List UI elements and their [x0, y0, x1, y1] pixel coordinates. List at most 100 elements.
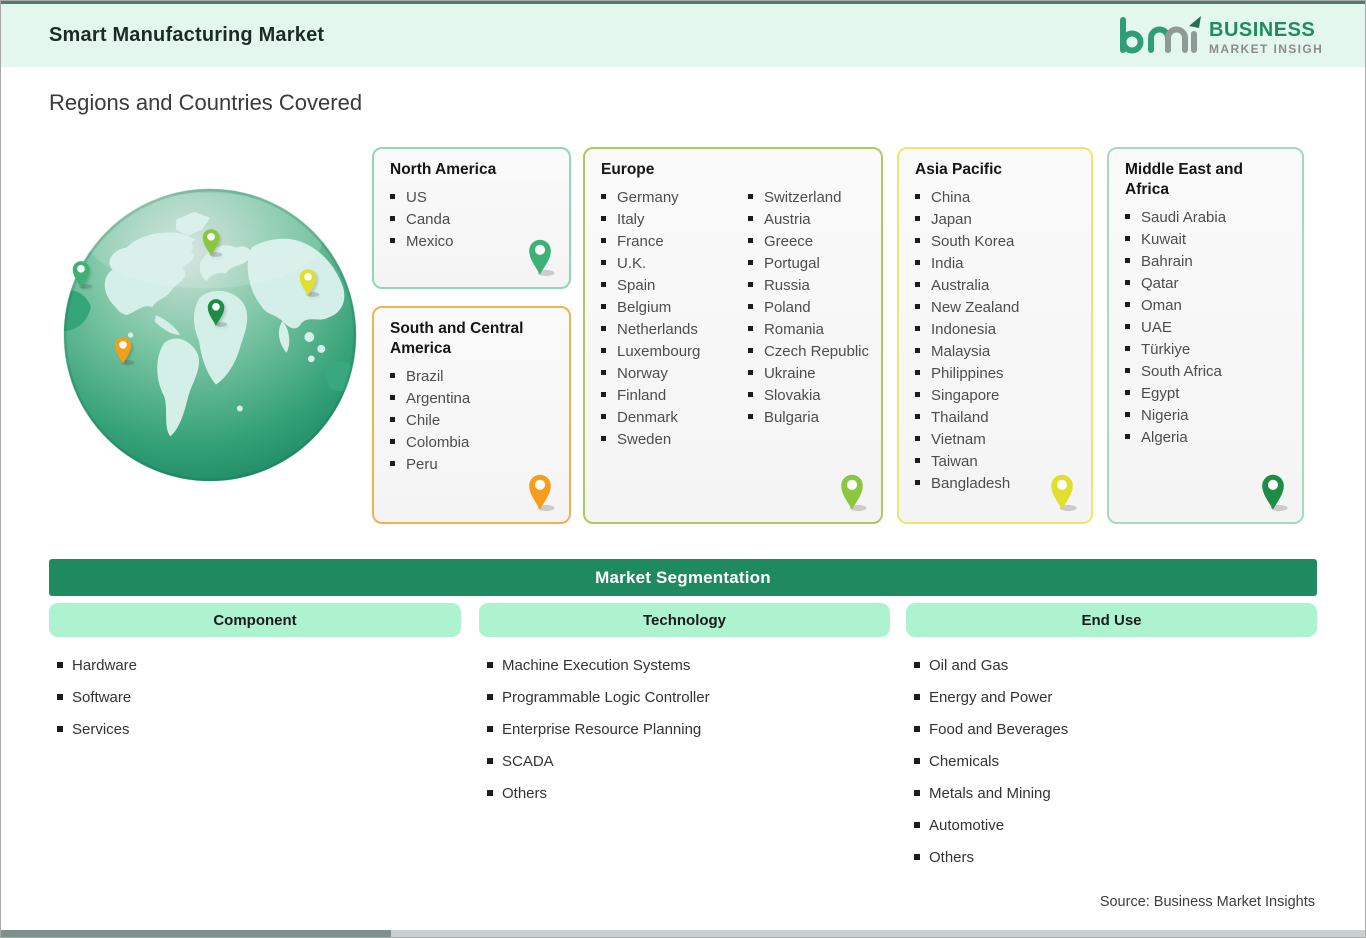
segment-header-chip: Technology [479, 603, 890, 637]
country-item: Türkiye [1125, 339, 1226, 361]
country-item: Oman [1125, 295, 1226, 317]
country-label: Japan [931, 211, 972, 228]
country-item: Chile [390, 410, 470, 432]
bullet-icon [57, 726, 63, 732]
country-item: Belgium [601, 297, 740, 319]
region-title: Europe [601, 161, 655, 178]
bullet-icon [601, 216, 606, 221]
bullet-icon [915, 458, 920, 463]
country-label: Argentina [406, 390, 471, 407]
country-item: Czech Republic [747, 341, 869, 363]
country-label: UAE [1141, 319, 1172, 336]
map-pin-icon [529, 239, 555, 277]
bullet-icon [1125, 236, 1130, 241]
segment-label: Automotive [929, 817, 1005, 834]
country-label: Chile [406, 412, 441, 429]
bullet-icon [915, 480, 920, 485]
country-item: Canda [390, 209, 454, 231]
segment-item: Energy and Power [914, 689, 1317, 721]
country-item: Greece [747, 231, 869, 253]
page-title: Smart Manufacturing Market [49, 24, 325, 46]
country-label: Philippines [931, 365, 1004, 382]
segment-label: Programmable Logic Controller [502, 689, 710, 706]
country-label: Türkiye [1141, 341, 1191, 358]
country-label: Algeria [1141, 429, 1188, 446]
country-column: Switzerland Austria Greece Portugal Russia Po… [747, 187, 869, 451]
country-item: Argentina [390, 388, 470, 410]
segment-item: Others [487, 785, 890, 817]
segment-label: Metals and Mining [929, 785, 1051, 802]
country-item: Mexico [390, 231, 454, 253]
country-item: Vietnam [915, 429, 1019, 451]
segment-label: Hardware [72, 657, 138, 674]
segment-item: Food and Beverages [914, 721, 1317, 753]
segment-list: Machine Execution Systems Programmable Lo… [487, 657, 890, 817]
bullet-icon [390, 373, 395, 378]
country-label: US [406, 189, 427, 206]
country-item: Algeria [1125, 427, 1226, 449]
country-label: Belgium [617, 299, 672, 316]
country-column: Saudi Arabia Kuwait Bahrain Qatar Oman UAE Tür… [1125, 207, 1226, 449]
region-title: South and Central America [390, 320, 524, 357]
country-item: Taiwan [915, 451, 1019, 473]
bullet-icon [915, 436, 920, 441]
country-label: Finland [617, 387, 667, 404]
country-label: Poland [763, 299, 811, 316]
bullet-icon [747, 326, 753, 331]
country-label: Bulgaria [763, 409, 819, 426]
country-label: Romania [763, 321, 824, 338]
arrow-icon [1189, 16, 1201, 28]
country-label: Egypt [1141, 385, 1180, 402]
country-label: New Zealand [931, 299, 1020, 316]
map-pin-icon [299, 269, 320, 297]
country-label: Italy [617, 211, 645, 228]
bullet-icon [390, 238, 395, 243]
header-bar: Smart Manufacturing Market BUSINESS MARK… [1, 4, 1365, 67]
bullet-icon [915, 392, 920, 397]
bullet-icon [487, 758, 493, 764]
country-label: Singapore [931, 387, 1000, 404]
bullet-icon [914, 662, 920, 668]
segment-column-component: Component Hardware Software Services [49, 603, 461, 753]
globe-pin-north-america [68, 257, 94, 295]
region-pin [523, 234, 557, 283]
segment-label: Energy and Power [929, 689, 1053, 706]
bullet-icon [601, 414, 606, 419]
bullet-icon [390, 395, 395, 400]
country-label: Slovakia [763, 387, 821, 404]
bullet-icon [747, 392, 753, 397]
country-item: Singapore [915, 385, 1019, 407]
country-label: Greece [763, 233, 814, 250]
country-label: Mexico [406, 233, 454, 250]
region-card-south-central-america: South and Central America Brazil Argentina… [372, 306, 571, 524]
region-card-europe: Europe Germany Italy France U.K. Spain Belgium… [583, 147, 883, 524]
country-item: Denmark [601, 407, 740, 429]
bullet-icon [601, 238, 606, 243]
bullet-icon [1125, 214, 1130, 219]
region-card-north-america: North America US Canda Mexico [372, 147, 571, 289]
bullet-icon [487, 662, 493, 668]
country-item: Colombia [390, 432, 470, 454]
segment-list: Oil and Gas Energy and Power Food and Beve… [914, 657, 1317, 881]
country-column: China Japan South Korea India Australia New Z… [915, 187, 1019, 495]
country-label: Oman [1141, 297, 1182, 314]
bullet-icon [914, 726, 920, 732]
segment-list: Hardware Software Services [57, 657, 461, 753]
country-label: Malaysia [931, 343, 991, 360]
country-item: Malaysia [915, 341, 1019, 363]
bullet-icon [914, 694, 920, 700]
segment-label: Software [72, 689, 132, 706]
segment-item: Chemicals [914, 753, 1317, 785]
horizontal-scrollbar-track[interactable] [1, 930, 1365, 937]
bmi-logo-mark [1120, 16, 1201, 54]
country-label: Qatar [1141, 275, 1179, 292]
globe-pin-europe [198, 225, 224, 263]
country-label: Austria [763, 211, 811, 228]
horizontal-scrollbar-thumb[interactable] [1, 930, 391, 937]
country-item: Norway [601, 363, 740, 385]
world-globe-illustration [61, 186, 359, 484]
country-item: France [601, 231, 740, 253]
country-item: Bangladesh [915, 473, 1019, 495]
logo-brand-line2: MARKET INSIGHTS [1209, 42, 1321, 56]
country-label: Peru [406, 456, 438, 473]
